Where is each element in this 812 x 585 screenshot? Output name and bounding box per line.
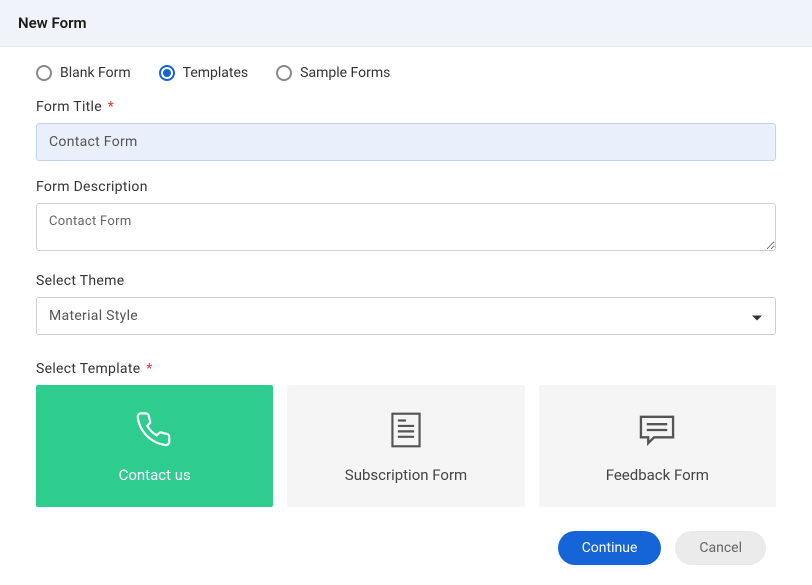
radio-blank-form[interactable]: Blank Form (36, 65, 131, 81)
radio-icon (36, 65, 52, 81)
select-template-field: Select Template * Contact us (36, 361, 776, 507)
dialog-title: New Form (18, 14, 794, 32)
radio-dot-icon (163, 69, 171, 77)
radio-label: Sample Forms (300, 65, 390, 81)
select-theme-dropdown[interactable]: Material Style (36, 297, 776, 335)
dialog-footer: Continue Cancel (36, 531, 776, 565)
dialog-header: New Form (0, 0, 812, 47)
label-text: Form Title (36, 99, 102, 115)
form-description-input[interactable] (36, 203, 776, 251)
radio-icon (159, 65, 175, 81)
select-theme-label: Select Theme (36, 273, 776, 289)
label-text: Select Template (36, 361, 140, 377)
chat-icon (638, 410, 676, 450)
dialog-content: Blank Form Templates Sample Forms Form T… (0, 47, 812, 585)
form-title-input[interactable] (36, 123, 776, 161)
continue-button[interactable]: Continue (558, 531, 662, 565)
radio-label: Templates (183, 65, 249, 81)
form-description-label: Form Description (36, 179, 776, 195)
template-card-contact-us[interactable]: Contact us (36, 385, 273, 507)
select-theme-wrapper: Material Style (36, 297, 776, 335)
form-title-field: Form Title * (36, 99, 776, 161)
select-theme-field: Select Theme Material Style (36, 273, 776, 335)
cancel-button[interactable]: Cancel (675, 531, 766, 565)
select-template-label: Select Template * (36, 361, 776, 377)
phone-icon (136, 410, 174, 450)
radio-icon (276, 65, 292, 81)
required-mark: * (108, 99, 114, 115)
required-mark: * (146, 361, 152, 377)
form-description-field: Form Description (36, 179, 776, 255)
template-name: Feedback Form (606, 466, 709, 484)
radio-sample-forms[interactable]: Sample Forms (276, 65, 390, 81)
template-name: Contact us (119, 466, 191, 484)
form-type-radio-group: Blank Form Templates Sample Forms (36, 65, 776, 81)
template-name: Subscription Form (345, 466, 467, 484)
template-card-feedback-form[interactable]: Feedback Form (539, 385, 776, 507)
template-grid: Contact us Subscription Form (36, 385, 776, 507)
template-card-subscription-form[interactable]: Subscription Form (287, 385, 524, 507)
form-title-label: Form Title * (36, 99, 776, 115)
radio-label: Blank Form (60, 65, 131, 81)
radio-templates[interactable]: Templates (159, 65, 249, 81)
document-icon (389, 410, 423, 450)
